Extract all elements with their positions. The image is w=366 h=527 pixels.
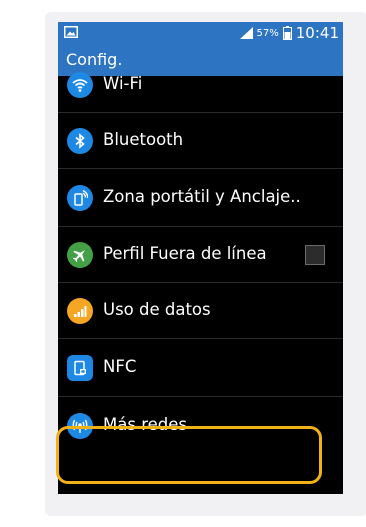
settings-item-label: Wi-Fi [103, 74, 143, 93]
nfc-icon [67, 355, 93, 381]
settings-item-offline-profile[interactable]: Perfil Fuera de línea [58, 227, 343, 283]
data-usage-icon [67, 298, 93, 324]
settings-item-label: Uso de datos [103, 300, 211, 319]
battery-icon [282, 26, 292, 40]
offline-profile-checkbox[interactable] [305, 245, 325, 265]
settings-item-label: Perfil Fuera de línea [103, 244, 267, 263]
battery-percent: 57% [256, 27, 279, 39]
phone-screen: 57% 10:41 Config. Wi-Fi Bluetooth Zona p… [58, 22, 343, 494]
settings-item-data-usage[interactable]: Uso de datos [58, 283, 343, 339]
settings-item-label: Zona portátil y Anclaje.. [103, 187, 301, 206]
settings-item-nfc[interactable]: NFC [58, 339, 343, 397]
settings-item-label: NFC [103, 357, 137, 376]
settings-item-label: Bluetooth [103, 130, 184, 149]
highlight-box [56, 426, 322, 484]
wifi-icon [67, 72, 93, 98]
settings-item-bluetooth[interactable]: Bluetooth [58, 113, 343, 169]
status-bar: 57% 10:41 [58, 22, 343, 44]
hotspot-icon [67, 185, 93, 211]
settings-item-hotspot[interactable]: Zona portátil y Anclaje.. [58, 169, 343, 227]
image-notification-icon [64, 26, 78, 38]
airplane-icon [67, 242, 93, 268]
settings-item-wifi[interactable]: Wi-Fi [58, 62, 343, 113]
bluetooth-icon [67, 128, 93, 154]
clock: 10:41 [295, 24, 339, 42]
signal-icon [239, 27, 253, 39]
